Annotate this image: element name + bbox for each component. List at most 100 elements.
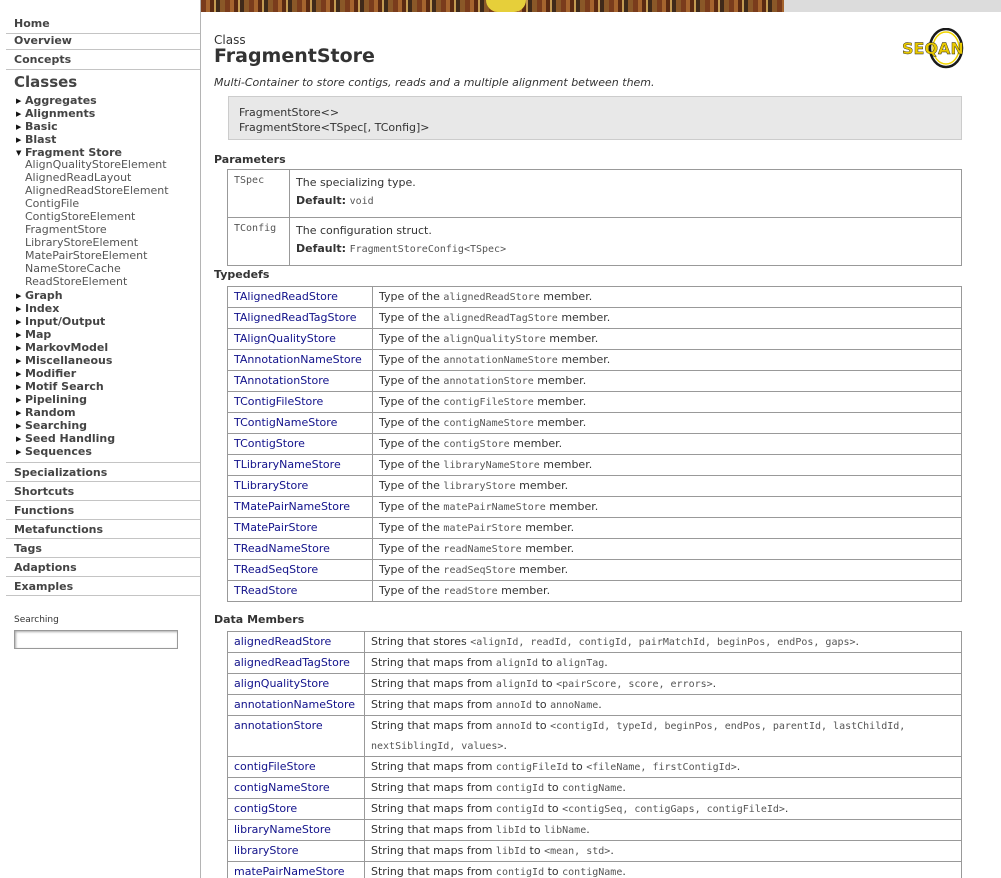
member-name-cell: annotationNameStore	[227, 694, 365, 716]
member-code: annoName	[550, 700, 599, 711]
typedef-link[interactable]: TContigFileStore	[234, 395, 323, 408]
typedef-name-cell: TAnnotationNameStore	[227, 349, 373, 371]
nav-class-item[interactable]: ContigStoreElement	[25, 210, 135, 223]
nav-category[interactable]: ▶ Motif Search	[16, 380, 104, 393]
typedef-row: TContigStore Type of the contigStore memb…	[227, 433, 962, 455]
nav-category[interactable]: ▶ Aggregates	[16, 94, 97, 107]
divider	[6, 595, 200, 596]
search-label: Searching	[14, 615, 59, 625]
typedef-link[interactable]: TLibraryNameStore	[234, 458, 341, 471]
nav-overview[interactable]: Overview	[0, 33, 72, 48]
nav-category[interactable]: ▶ MarkovModel	[16, 341, 108, 354]
typedef-name-cell: TContigStore	[227, 433, 373, 455]
nav-category[interactable]: ▶ Seed Handling	[16, 432, 115, 445]
divider	[6, 481, 200, 482]
nav-section[interactable]: Metafunctions	[14, 523, 103, 536]
nav-section[interactable]: Shortcuts	[14, 485, 74, 498]
member-link[interactable]: annotationStore	[234, 719, 323, 732]
nav-class-item[interactable]: NameStoreCache	[25, 262, 121, 275]
triangle-right-icon: ▶	[16, 435, 22, 443]
nav-home[interactable]: Home	[0, 16, 50, 31]
member-code: annoId	[495, 721, 533, 732]
member-row: matePairNameStore String that maps from c…	[227, 861, 962, 878]
typedef-row: TReadNameStore Type of the readNameStore …	[227, 538, 962, 560]
triangle-right-icon: ▶	[16, 123, 22, 131]
divider	[6, 519, 200, 520]
nav-category[interactable]: ▶ Basic	[16, 120, 58, 133]
nav-class-item[interactable]: MatePairStoreElement	[25, 249, 147, 262]
nav-section[interactable]: Functions	[14, 504, 74, 517]
member-link[interactable]: libraryNameStore	[234, 823, 331, 836]
typedef-link[interactable]: TAlignedReadTagStore	[234, 311, 357, 324]
member-link[interactable]: contigNameStore	[234, 781, 330, 794]
divider	[6, 576, 200, 577]
typedef-member-code: annotationNameStore	[443, 355, 558, 366]
nav-class-item[interactable]: AlignQualityStoreElement	[25, 158, 167, 171]
member-text: to	[532, 719, 551, 732]
nav-class-item[interactable]: AlignedReadLayout	[25, 171, 131, 184]
member-code: contigFileId	[495, 762, 569, 773]
nav-class-item[interactable]: ReadStoreElement	[25, 275, 127, 288]
signature-box: FragmentStore<> FragmentStore<TSpec[, TC…	[228, 96, 962, 140]
nav-category[interactable]: ▶ Miscellaneous	[16, 354, 112, 367]
typedef-row: TLibraryNameStore Type of the libraryName…	[227, 454, 962, 476]
member-link[interactable]: alignQualityStore	[234, 677, 329, 690]
member-text: .	[622, 781, 626, 794]
typedef-link[interactable]: TReadNameStore	[234, 542, 330, 555]
nav-category[interactable]: ▶ Random	[16, 406, 76, 419]
typedef-link[interactable]: TReadStore	[234, 584, 297, 597]
typedef-link[interactable]: TContigStore	[234, 437, 305, 450]
member-link[interactable]: alignedReadStore	[234, 635, 331, 648]
parameter-row: TSpec The specializing type. Default: void	[227, 169, 962, 218]
member-link[interactable]: matePairNameStore	[234, 865, 345, 878]
nav-category[interactable]: ▶ Input/Output	[16, 315, 105, 328]
member-link[interactable]: annotationNameStore	[234, 698, 355, 711]
nav-category[interactable]: ▶ Alignments	[16, 107, 95, 120]
member-code: alignTag	[556, 658, 605, 669]
nav-category-label: MarkovModel	[25, 341, 109, 354]
typedef-link[interactable]: TMatePairStore	[234, 521, 318, 534]
nav-section[interactable]: Adaptions	[14, 561, 77, 574]
typedef-link[interactable]: TAnnotationNameStore	[234, 353, 362, 366]
typedef-description: Type of the readStore member.	[372, 580, 962, 602]
member-link[interactable]: libraryStore	[234, 844, 298, 857]
nav-concepts[interactable]: Concepts	[0, 52, 71, 67]
nav-section[interactable]: Tags	[14, 542, 42, 555]
typedef-link[interactable]: TContigNameStore	[234, 416, 337, 429]
typedef-link[interactable]: TAnnotationStore	[234, 374, 329, 387]
nav-category[interactable]: ▶ Graph	[16, 289, 63, 302]
parameters-heading: Parameters	[214, 153, 286, 166]
typedef-name-cell: TReadNameStore	[227, 538, 373, 560]
nav-category[interactable]: ▶ Sequences	[16, 445, 92, 458]
nav-category[interactable]: ▶ Searching	[16, 419, 87, 432]
typedef-link[interactable]: TMatePairNameStore	[234, 500, 350, 513]
member-link[interactable]: alignedReadTagStore	[234, 656, 350, 669]
member-code: <pairScore, score, errors>	[556, 679, 713, 690]
typedef-link[interactable]: TReadSeqStore	[234, 563, 318, 576]
typedef-desc-post: member.	[561, 311, 611, 324]
nav-section[interactable]: Examples	[14, 580, 73, 593]
typedef-link[interactable]: TLibraryStore	[234, 479, 308, 492]
typedef-member-code: matePairNameStore	[443, 502, 546, 513]
nav-category[interactable]: ▶ Blast	[16, 133, 56, 146]
typedef-link[interactable]: TAlignQualityStore	[234, 332, 336, 345]
typedef-desc-post: member.	[549, 500, 599, 513]
nav-category[interactable]: ▶ Map	[16, 328, 51, 341]
nav-category[interactable]: ▶ Index	[16, 302, 59, 315]
nav-class-item[interactable]: FragmentStore	[25, 223, 107, 236]
nav-section[interactable]: Specializations	[14, 466, 107, 479]
member-link[interactable]: contigStore	[234, 802, 297, 815]
nav-class-item[interactable]: LibraryStoreElement	[25, 236, 138, 249]
member-link[interactable]: contigFileStore	[234, 760, 316, 773]
search-input[interactable]	[14, 630, 178, 649]
typedef-link[interactable]: TAlignedReadStore	[234, 290, 338, 303]
nav-class-item[interactable]: ContigFile	[25, 197, 79, 210]
member-row: contigNameStore String that maps from con…	[227, 777, 962, 799]
typedef-member-code: contigFileStore	[443, 397, 534, 408]
nav-category-label: Index	[25, 302, 60, 315]
nav-classes-heading[interactable]: Classes	[14, 73, 77, 91]
nav-class-item[interactable]: AlignedReadStoreElement	[25, 184, 169, 197]
nav-category-label: Graph	[25, 289, 63, 302]
nav-category[interactable]: ▶ Modifier	[16, 367, 76, 380]
nav-category[interactable]: ▶ Pipelining	[16, 393, 87, 406]
